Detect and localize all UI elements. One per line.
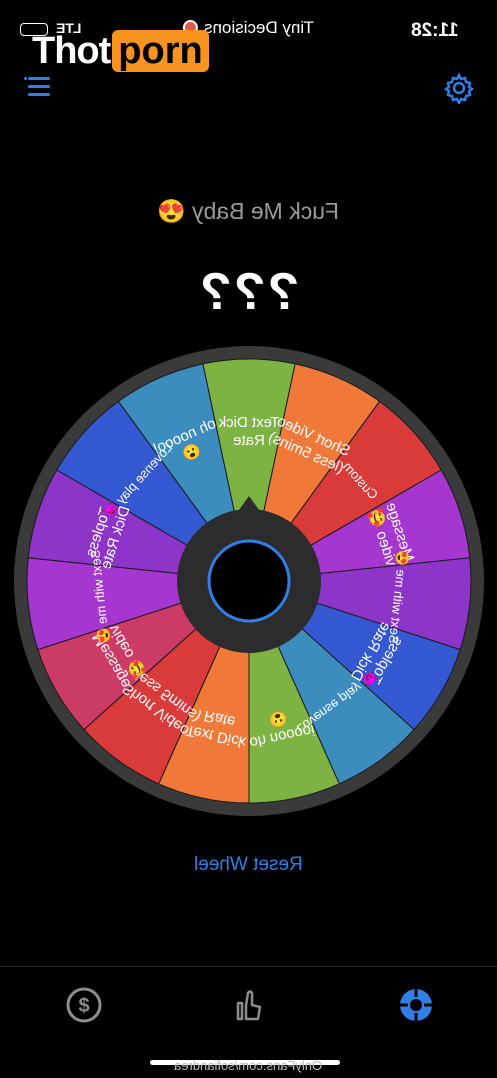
footer-text: OnlyFans.com/sofiandrea xyxy=(174,1058,323,1073)
spin-button[interactable] xyxy=(207,539,291,623)
footer-watermark: OnlyFans.com/sofiandrea xyxy=(0,1058,497,1073)
result-container: ??? xyxy=(0,262,497,322)
reset-wheel-container: Reset Wheel xyxy=(0,854,497,876)
watermark-part1: Thot xyxy=(32,30,111,72)
list-icon[interactable] xyxy=(24,76,50,98)
watermark-part2: porn xyxy=(112,30,209,72)
wheel-title-container: Fuck Me Baby 😍 xyxy=(0,198,497,225)
reset-wheel-button[interactable]: Reset Wheel xyxy=(194,854,303,876)
app-indicator-label: Tiny Decisions xyxy=(204,18,314,37)
svg-text:$: $ xyxy=(78,995,89,1017)
hand-icon[interactable] xyxy=(228,985,268,1025)
watermark-logo: Thot porn xyxy=(32,30,209,78)
gear-icon[interactable] xyxy=(443,72,475,104)
wheel-title: Fuck Me Baby 😍 xyxy=(157,198,340,224)
dollar-icon[interactable]: $ xyxy=(64,985,104,1025)
spin-result: ??? xyxy=(197,263,300,321)
wheel-icon[interactable] xyxy=(396,985,436,1025)
decision-wheel[interactable]: Text Dick Rate Short Video(less 5mins)Cust… xyxy=(14,346,484,816)
